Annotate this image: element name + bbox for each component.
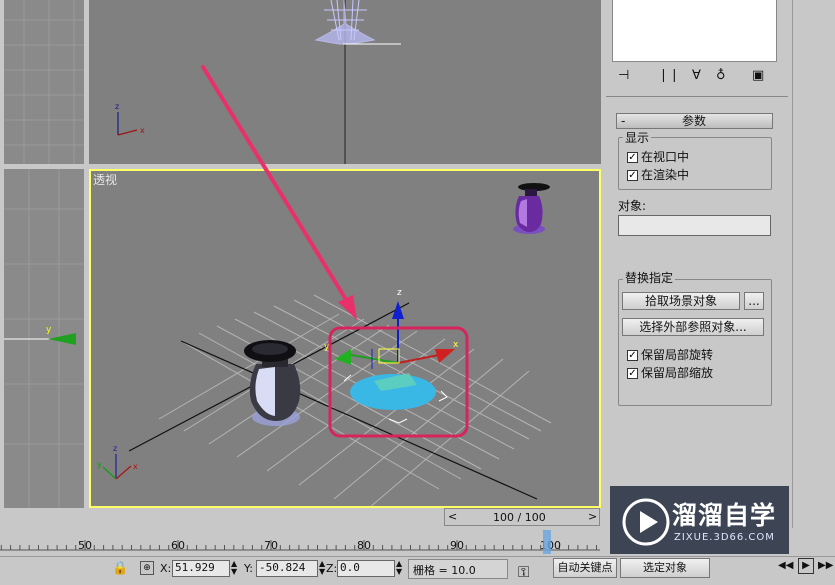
left-view-scene: y (4, 169, 84, 508)
time-frame-display: 100 / 100 (493, 511, 546, 524)
status-bar: 🔒 ⊕ X: 51.929 ▲ ▼ Y: -50.824 ▲ ▼ Z: 0.0 ▲ ▼… (0, 556, 835, 585)
x-coord-label: X: (160, 562, 172, 575)
more-options-button[interactable]: ... (744, 292, 764, 310)
axis-y-label: y (46, 325, 52, 335)
remove-modifier-icon[interactable]: ♁ (716, 68, 726, 83)
object-field[interactable] (618, 215, 771, 236)
z-spinner-icon[interactable]: ▲ ▼ (396, 560, 402, 576)
make-unique-icon[interactable]: ∀ (692, 68, 701, 83)
check-icon[interactable]: ✓ (627, 349, 638, 361)
panel-divider (606, 96, 788, 97)
viewport-left[interactable]: y (4, 169, 84, 508)
x-coord-field[interactable]: 51.929 (172, 560, 230, 577)
z-coord-label: Z: (326, 562, 338, 575)
rollout-header-parameters[interactable]: - 参数 (616, 113, 773, 129)
viewport-top-left[interactable] (4, 0, 84, 164)
grid-size-display: 栅格 = 10.0 (408, 559, 508, 579)
tick-label-60: 60 (171, 539, 185, 552)
axis-x-label: x (140, 126, 145, 135)
tick-label-50: 50 (78, 539, 92, 552)
tick-label-70: 70 (264, 539, 278, 552)
viewport-divider-v[interactable] (84, 0, 89, 510)
selected-object-dropdown[interactable]: 选定对象 (620, 558, 710, 578)
watermark-logo: 溜溜自学 ZIXUE.3D66.COM (610, 486, 789, 554)
z-coord-field[interactable]: 0.0 (337, 560, 395, 577)
configure-sets-icon[interactable]: ▣ (752, 68, 764, 83)
check-icon[interactable]: ✓ (627, 169, 638, 181)
checkbox-keep-local-rotation[interactable]: ✓ 保留局部旋转 (627, 348, 713, 362)
checkbox-label: 在视口中 (641, 150, 690, 164)
watermark-title: 溜溜自学 (672, 501, 777, 530)
play-icon[interactable]: ▶ (798, 558, 814, 574)
front-view-scene: z x (115, 0, 401, 164)
checkbox-in-render[interactable]: ✓ 在渲染中 (627, 168, 689, 182)
transform-mode-icon[interactable]: ⊕ (140, 561, 154, 575)
pick-scene-object-button[interactable]: 拾取场景对象 (622, 292, 740, 310)
panel-scrollbar[interactable] (792, 0, 835, 528)
current-frame-marker[interactable] (543, 530, 551, 554)
watermark-url: ZIXUE.3D66.COM (674, 532, 775, 543)
pin-stack-icon[interactable]: ⊣ (618, 68, 629, 83)
axis-tripod-front (117, 112, 138, 136)
replace-group-title: 替换指定 (623, 271, 676, 285)
command-panel: ⊣ ❘❘ ∀ ♁ ▣ (604, 0, 835, 528)
modifier-stack-list[interactable] (612, 0, 777, 62)
viewport-divider-h[interactable] (0, 164, 604, 169)
y-coord-label: Y: (244, 562, 253, 575)
checkbox-label: 保留局部缩放 (641, 366, 714, 380)
y-coord-field[interactable]: -50.824 (256, 560, 318, 577)
show-end-result-icon[interactable]: ❘❘ (658, 68, 680, 83)
stack-toolbar: ⊣ ❘❘ ∀ ♁ ▣ (610, 66, 780, 88)
check-icon[interactable]: ✓ (627, 367, 638, 379)
rollout-toggle[interactable]: - (621, 114, 625, 128)
play-logo-icon (622, 498, 670, 546)
display-group-title: 显示 (623, 131, 652, 145)
object-label: 对象: (618, 199, 647, 213)
checkbox-label: 保留局部旋转 (641, 348, 714, 362)
viewport-perspective[interactable]: 透视 z x y z x y (89, 169, 601, 508)
active-viewport-border (89, 169, 601, 508)
y-spinner-icon[interactable]: ▲ ▼ (319, 560, 325, 576)
check-icon[interactable]: ✓ (627, 151, 638, 163)
checkbox-in-viewport[interactable]: ✓ 在视口中 (627, 150, 689, 164)
checkbox-keep-local-scale[interactable]: ✓ 保留局部缩放 (627, 366, 713, 380)
time-next-button[interactable]: > (588, 510, 597, 523)
axis-z-label: z (115, 102, 119, 111)
rollout-title: 参数 (682, 114, 707, 128)
vase-wireframe (314, 0, 376, 45)
key-mode-icon[interactable]: ◀◀ (778, 560, 793, 571)
lock-selection-icon[interactable]: 🔒 (112, 561, 128, 576)
x-spinner-icon[interactable]: ▲ ▼ (231, 560, 237, 576)
tick-label-90: 90 (450, 539, 464, 552)
key-icon[interactable]: ⚿ (518, 563, 529, 581)
time-prev-button[interactable]: < (448, 510, 457, 523)
viewport-front[interactable]: z x (89, 0, 601, 164)
grid-lines (4, 0, 84, 164)
track-bar[interactable]: 50 60 70 80 90 100 (0, 528, 600, 556)
checkbox-label: 在渲染中 (641, 168, 690, 182)
next-frame-icon[interactable]: ▶▶ (818, 560, 833, 571)
tick-label-80: 80 (357, 539, 371, 552)
time-slider[interactable]: < 100 / 100 > (444, 508, 600, 526)
auto-key-button[interactable]: 自动关键点 (553, 558, 617, 578)
y-arrow-icon (48, 333, 76, 345)
grid-size-text: 栅格 = 10.0 (413, 564, 476, 577)
select-xref-object-button[interactable]: 选择外部参照对象... (622, 318, 764, 336)
